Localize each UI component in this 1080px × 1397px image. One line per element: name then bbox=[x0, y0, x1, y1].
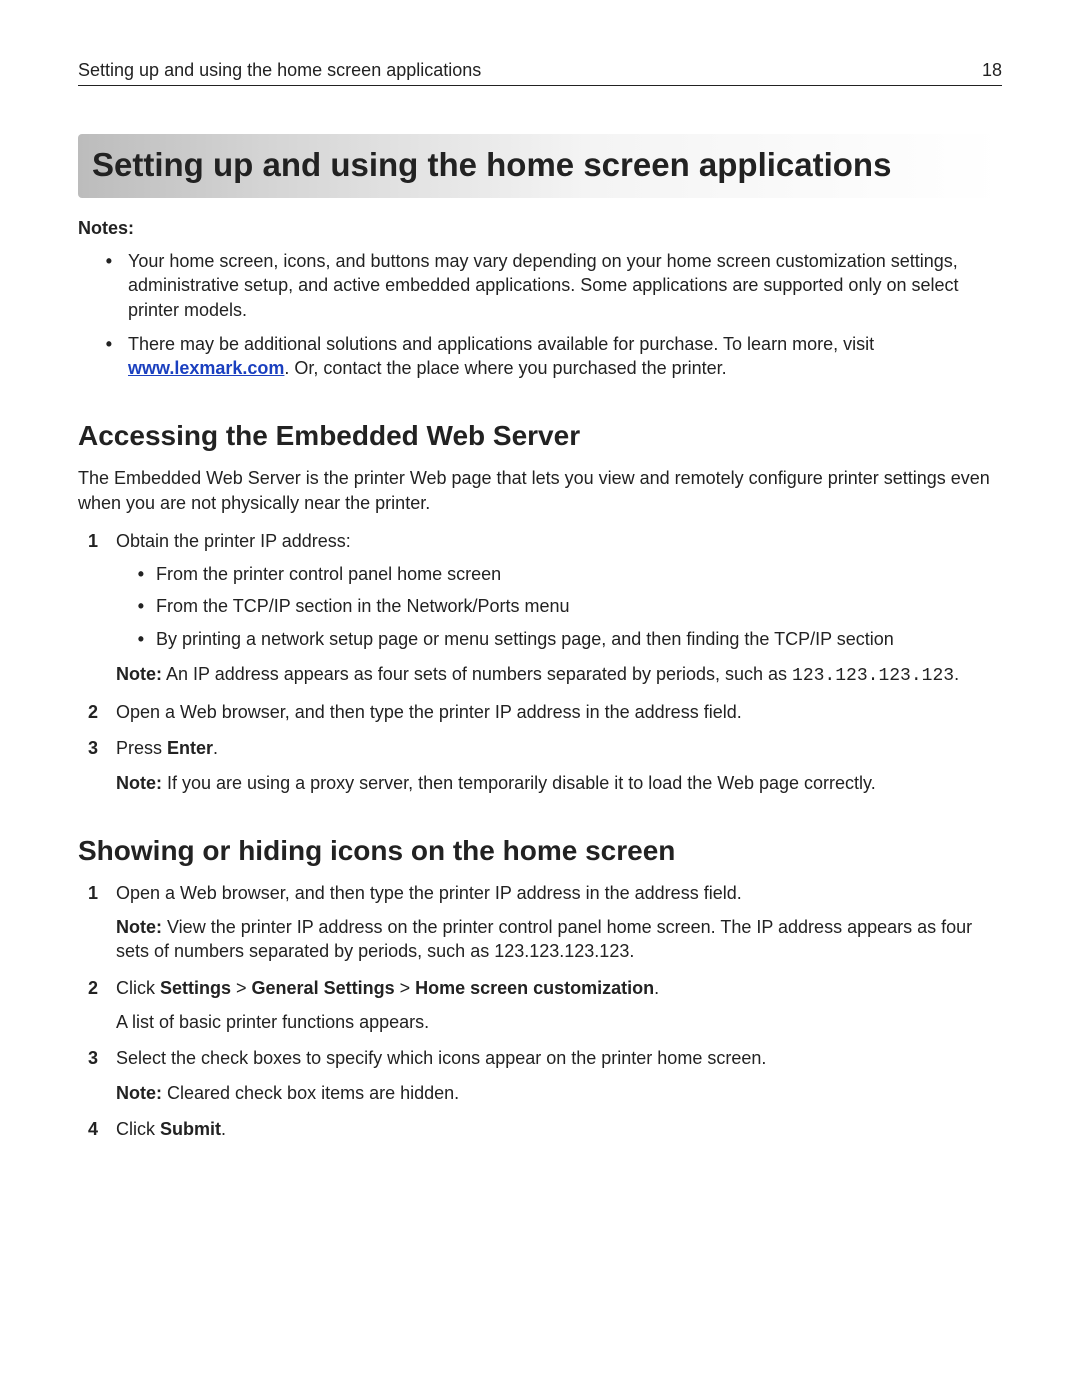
step-pre: Click bbox=[116, 1119, 160, 1139]
step: Open a Web browser, and then type the pr… bbox=[88, 700, 1002, 724]
sub-bullet: From the printer control panel home scre… bbox=[154, 561, 1002, 587]
note-text: Cleared check box items are hidden. bbox=[162, 1083, 459, 1103]
step-note: Note: If you are using a proxy server, t… bbox=[116, 771, 1002, 795]
step-bold: Home screen customization bbox=[415, 978, 654, 998]
note-post: . bbox=[954, 664, 959, 684]
step: Open a Web browser, and then type the pr… bbox=[88, 881, 1002, 964]
running-header: Setting up and using the home screen app… bbox=[78, 60, 1002, 86]
step-pre: Click bbox=[116, 978, 160, 998]
page-number: 18 bbox=[982, 60, 1002, 81]
step: Press Enter. Note: If you are using a pr… bbox=[88, 736, 1002, 795]
chapter-title: Setting up and using the home screen app… bbox=[78, 134, 1002, 198]
note-text: If you are using a proxy server, then te… bbox=[162, 773, 876, 793]
step-sub-bullets: From the printer control panel home scre… bbox=[116, 561, 1002, 651]
step-post: . bbox=[221, 1119, 226, 1139]
notes-item: There may be additional solutions and ap… bbox=[122, 332, 1002, 381]
step-bold: Submit bbox=[160, 1119, 221, 1139]
step-after: A list of basic printer functions appear… bbox=[116, 1010, 1002, 1034]
section-heading: Showing or hiding icons on the home scre… bbox=[78, 835, 1002, 867]
notes-item: Your home screen, icons, and buttons may… bbox=[122, 249, 1002, 322]
note-code: 123.123.123.123 bbox=[792, 666, 954, 686]
notes-list: Your home screen, icons, and buttons may… bbox=[78, 249, 1002, 380]
step-bold: General Settings bbox=[252, 978, 395, 998]
step: Obtain the printer IP address: From the … bbox=[88, 529, 1002, 688]
note-text: View the printer IP address on the print… bbox=[116, 917, 972, 961]
step-text: Open a Web browser, and then type the pr… bbox=[116, 883, 742, 903]
step-text: Select the check boxes to specify which … bbox=[116, 1048, 766, 1068]
running-title: Setting up and using the home screen app… bbox=[78, 60, 481, 81]
section-heading: Accessing the Embedded Web Server bbox=[78, 420, 1002, 452]
notes-item-post: . Or, contact the place where you purcha… bbox=[284, 358, 726, 378]
step-pre: Press bbox=[116, 738, 167, 758]
step-note: Note: View the printer IP address on the… bbox=[116, 915, 1002, 964]
note-text: An IP address appears as four sets of nu… bbox=[162, 664, 792, 684]
note-label: Note: bbox=[116, 1083, 162, 1103]
step-note: Note: An IP address appears as four sets… bbox=[116, 662, 1002, 688]
document-page: Setting up and using the home screen app… bbox=[0, 0, 1080, 1397]
section-intro: The Embedded Web Server is the printer W… bbox=[78, 466, 1002, 515]
note-label: Note: bbox=[116, 664, 162, 684]
external-link[interactable]: www.lexmark.com bbox=[128, 358, 284, 378]
note-label: Note: bbox=[116, 773, 162, 793]
step-post: . bbox=[213, 738, 218, 758]
step-note: Note: Cleared check box items are hidden… bbox=[116, 1081, 1002, 1105]
note-label: Note: bbox=[116, 917, 162, 937]
sub-bullet: By printing a network setup page or menu… bbox=[154, 626, 1002, 652]
step-text: Obtain the printer IP address: bbox=[116, 531, 351, 551]
step: Click Submit. bbox=[88, 1117, 1002, 1141]
sub-bullet: From the TCP/IP section in the Network/P… bbox=[154, 593, 1002, 619]
step-post: . bbox=[654, 978, 659, 998]
step-bold: Enter bbox=[167, 738, 213, 758]
step-sep: > bbox=[395, 978, 416, 998]
notes-item-pre: There may be additional solutions and ap… bbox=[128, 334, 874, 354]
section-a-steps: Obtain the printer IP address: From the … bbox=[78, 529, 1002, 795]
notes-label: Notes: bbox=[78, 218, 1002, 239]
step-sep: > bbox=[231, 978, 252, 998]
section-b-steps: Open a Web browser, and then type the pr… bbox=[78, 881, 1002, 1141]
step: Select the check boxes to specify which … bbox=[88, 1046, 1002, 1105]
step: Click Settings > General Settings > Home… bbox=[88, 976, 1002, 1035]
step-bold: Settings bbox=[160, 978, 231, 998]
